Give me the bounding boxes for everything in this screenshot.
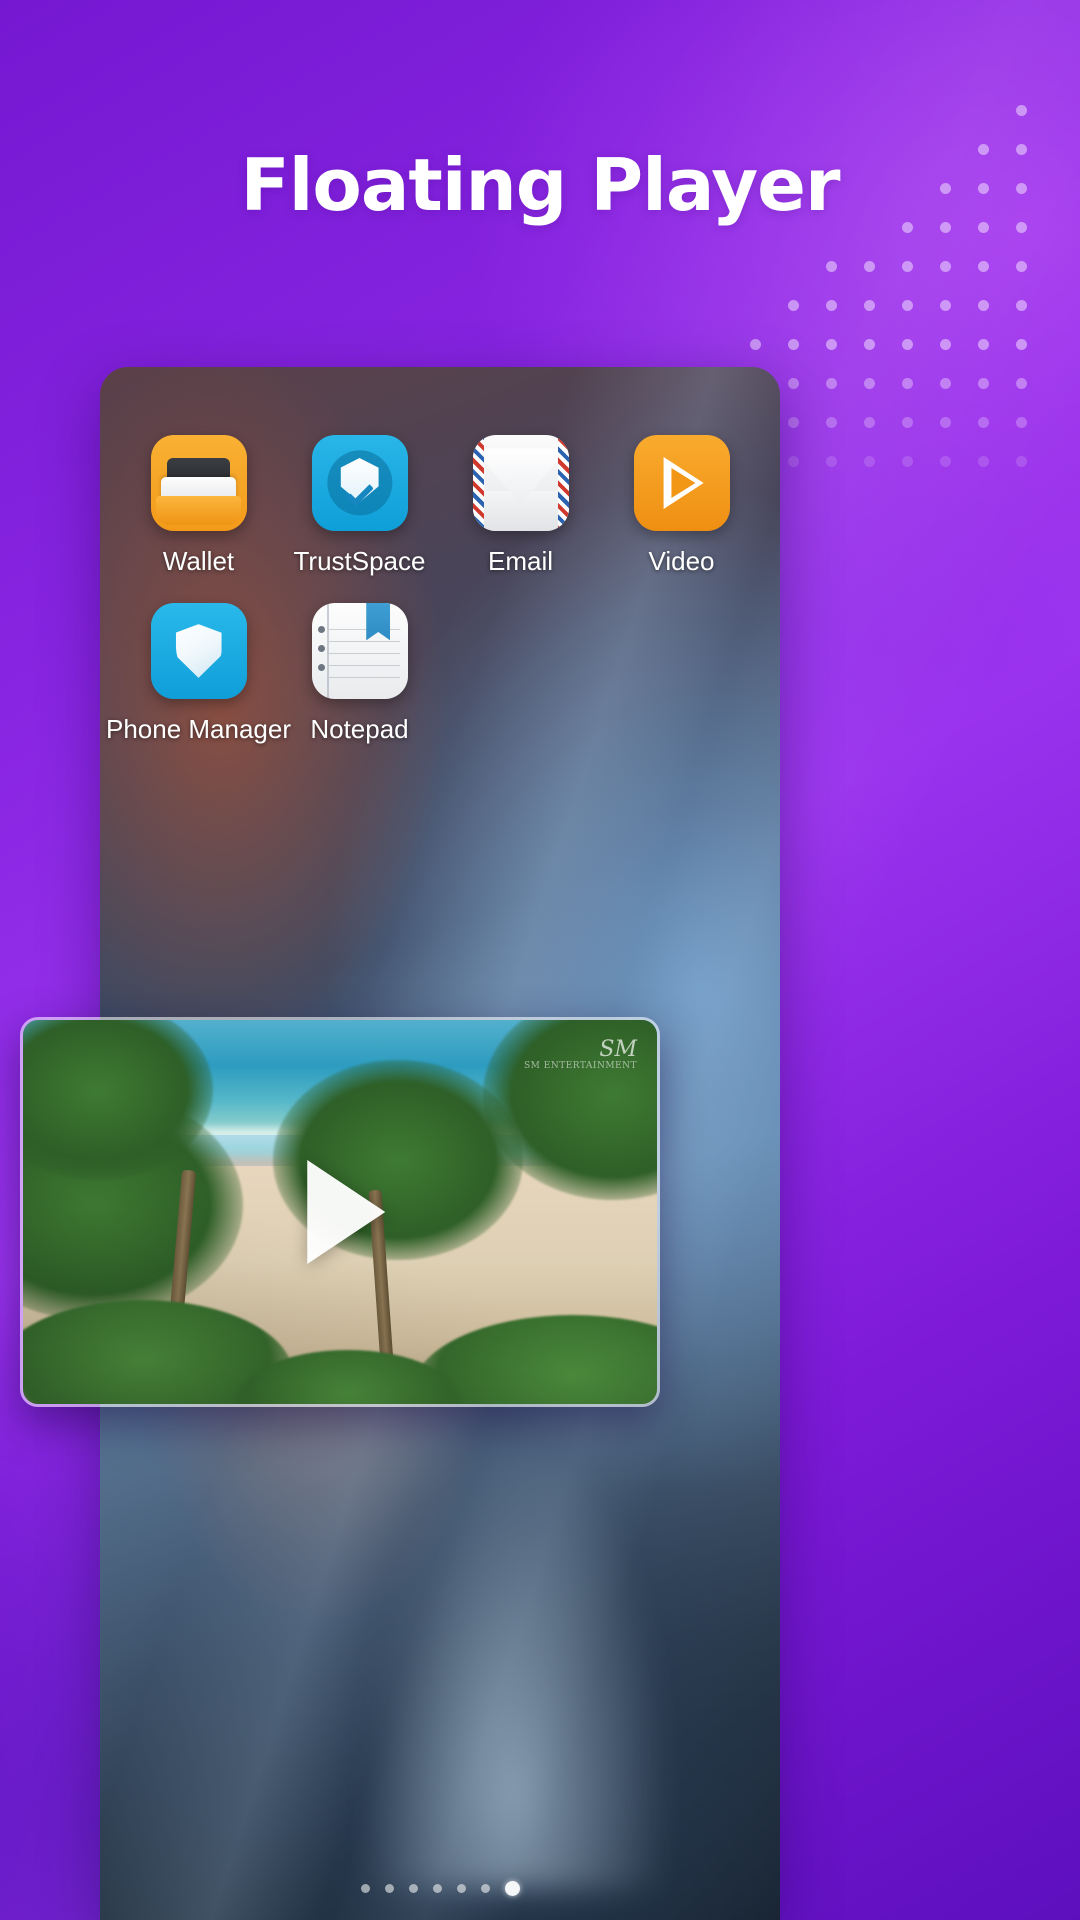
play-triangle-icon[interactable]: [633, 435, 730, 531]
app-label: Email: [487, 546, 553, 576]
page-dot[interactable]: [432, 1884, 442, 1893]
shield-icon[interactable]: [150, 603, 247, 699]
play-button-icon[interactable]: [307, 1160, 386, 1264]
page-dot[interactable]: [456, 1884, 466, 1893]
notepad-icon[interactable]: [311, 603, 408, 699]
page-dot[interactable]: [384, 1884, 394, 1893]
app-item-email[interactable]: Email: [440, 435, 601, 577]
page-indicator[interactable]: [100, 1881, 780, 1896]
watermark-subtext: SM ENTERTAINMENT: [524, 1061, 637, 1072]
floating-video-player[interactable]: SM SM ENTERTAINMENT: [20, 1017, 660, 1407]
app-label: TrustSpace: [293, 546, 426, 576]
envelope-icon[interactable]: [472, 435, 569, 531]
video-watermark: SM SM ENTERTAINMENT: [524, 1037, 637, 1072]
page-dot[interactable]: [408, 1884, 418, 1893]
app-label: Notepad: [310, 714, 409, 744]
page-dot[interactable]: [360, 1884, 370, 1893]
app-label: Wallet: [162, 546, 235, 576]
app-label: Video: [648, 546, 715, 576]
app-item-video[interactable]: Video: [601, 435, 762, 577]
app-item-phone-manager[interactable]: Phone Manager: [106, 603, 291, 745]
page-dot[interactable]: [480, 1884, 490, 1893]
page-dot[interactable]: [504, 1881, 520, 1896]
page-title: Floating Player: [240, 143, 841, 227]
shield-check-icon[interactable]: [311, 435, 408, 531]
app-item-notepad[interactable]: Notepad: [279, 603, 440, 745]
app-item-trustspace[interactable]: TrustSpace: [279, 435, 440, 577]
watermark-text: SM: [599, 1037, 637, 1062]
wallpaper-glow: [358, 1423, 672, 1889]
app-label: Phone Manager: [105, 714, 292, 744]
wallet-icon[interactable]: [150, 435, 247, 531]
app-item-wallet[interactable]: Wallet: [118, 435, 279, 577]
app-grid: Wallet TrustSpace Email Video Phone Mana…: [100, 435, 780, 771]
